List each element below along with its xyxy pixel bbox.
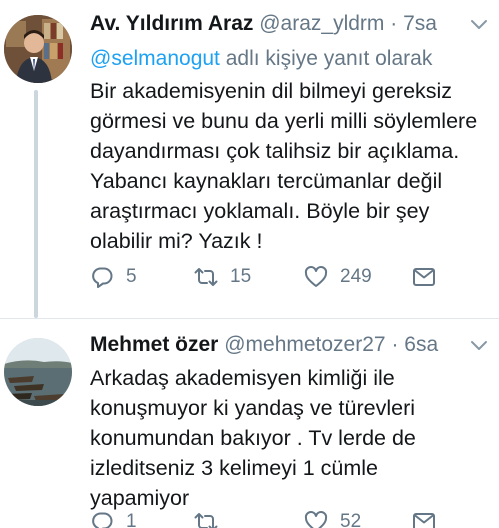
heart-icon	[304, 510, 328, 528]
retweet-button[interactable]: 15	[194, 262, 251, 292]
tweet[interactable]: Av. Yıldırım Araz @araz_yldrm · 7sa @sel…	[0, 0, 499, 318]
mention-link[interactable]: @selmanogut	[90, 47, 220, 70]
like-button[interactable]: 52	[304, 507, 361, 528]
avatar[interactable]	[4, 15, 72, 83]
reply-icon	[90, 510, 114, 528]
tweet-header: Mehmet özer @mehmetozer27 · 6sa	[90, 330, 489, 360]
envelope-icon	[412, 510, 436, 528]
timestamp[interactable]: 6sa	[404, 333, 438, 356]
chevron-down-icon[interactable]	[469, 14, 489, 34]
reply-context-text: adlı kişiye yanıt olarak	[219, 47, 433, 70]
tweet-header: Av. Yıldırım Araz @araz_yldrm · 7sa	[90, 9, 489, 39]
tweet-text: Bir akademisyenin dil bilmeyi gereksiz g…	[90, 79, 478, 253]
envelope-icon	[412, 265, 436, 289]
reply-count: 5	[126, 266, 137, 287]
avatar-image	[4, 338, 72, 406]
avatar[interactable]	[4, 338, 72, 406]
separator-dot: ·	[391, 333, 399, 356]
chevron-down-icon[interactable]	[469, 335, 489, 355]
direct-message-button[interactable]	[412, 262, 436, 292]
separator-dot: ·	[390, 12, 398, 35]
author-name[interactable]: Av. Yıldırım Araz	[90, 12, 253, 35]
heart-icon	[304, 265, 328, 289]
like-count: 52	[340, 511, 362, 528]
timestamp[interactable]: 7sa	[403, 12, 437, 35]
reply-button[interactable]: 1	[90, 507, 137, 528]
tweet-text: Arkadaş akademisyen kimliği ile konuşmuy…	[90, 366, 416, 510]
author-handle[interactable]: @mehmetozer27	[224, 333, 385, 356]
retweet-button[interactable]	[194, 507, 230, 528]
tweet[interactable]: Mehmet özer @mehmetozer27 · 6sa Arkadaş …	[0, 318, 499, 528]
tweet-actions: 5 15 249	[90, 262, 440, 292]
reply-button[interactable]: 5	[90, 262, 137, 292]
avatar-image	[4, 15, 72, 83]
like-count: 249	[340, 266, 372, 287]
conversation-timeline: Av. Yıldırım Araz @araz_yldrm · 7sa @sel…	[0, 0, 499, 528]
retweet-icon	[194, 510, 218, 528]
retweet-count: 15	[230, 266, 252, 287]
author-name[interactable]: Mehmet özer	[90, 333, 218, 356]
reply-context: @selmanogut adlı kişiye yanıt olarak	[90, 44, 432, 74]
reply-count: 1	[126, 511, 137, 528]
reply-icon	[90, 265, 114, 289]
direct-message-button[interactable]	[412, 507, 436, 528]
retweet-icon	[194, 265, 218, 289]
like-button[interactable]: 249	[304, 262, 372, 292]
thread-line	[34, 90, 38, 318]
tweet-actions: 1 52	[90, 507, 440, 528]
author-handle[interactable]: @araz_yldrm	[259, 12, 384, 35]
